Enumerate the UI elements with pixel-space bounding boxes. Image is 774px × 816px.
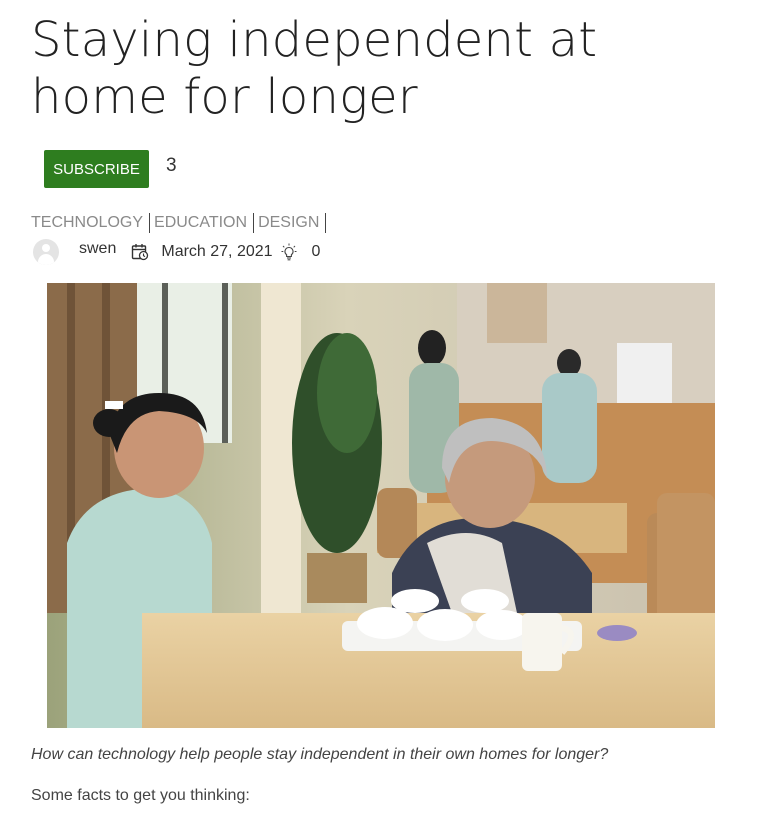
avatar-icon[interactable]	[33, 239, 59, 265]
calendar-icon	[132, 244, 149, 261]
article-title: Staying independent at home for longer	[31, 12, 598, 125]
category-list: TECHNOLOGY EDUCATION DESIGN	[31, 212, 330, 234]
post-date: March 27, 2021	[161, 243, 273, 260]
subscriber-count: 3	[166, 155, 177, 176]
category-link-technology[interactable]: TECHNOLOGY	[31, 214, 143, 232]
category-link-education[interactable]: EDUCATION	[154, 214, 247, 232]
category-link-design[interactable]: DESIGN	[258, 214, 319, 232]
subscribe-button[interactable]: SUBSCRIBE	[44, 150, 149, 188]
category-separator	[325, 213, 327, 233]
article-intro: How can technology help people stay inde…	[31, 746, 609, 763]
lightbulb-icon	[281, 243, 297, 261]
category-separator	[149, 213, 151, 233]
article-page: Staying independent at home for longer S…	[0, 0, 774, 816]
view-count: 0	[311, 243, 321, 260]
article-facts-lead: Some facts to get you thinking:	[31, 787, 250, 804]
post-meta: swen March 27, 2021 0	[33, 238, 320, 266]
category-separator	[253, 213, 255, 233]
author-name[interactable]: swen	[79, 240, 116, 258]
featured-image	[47, 283, 715, 728]
